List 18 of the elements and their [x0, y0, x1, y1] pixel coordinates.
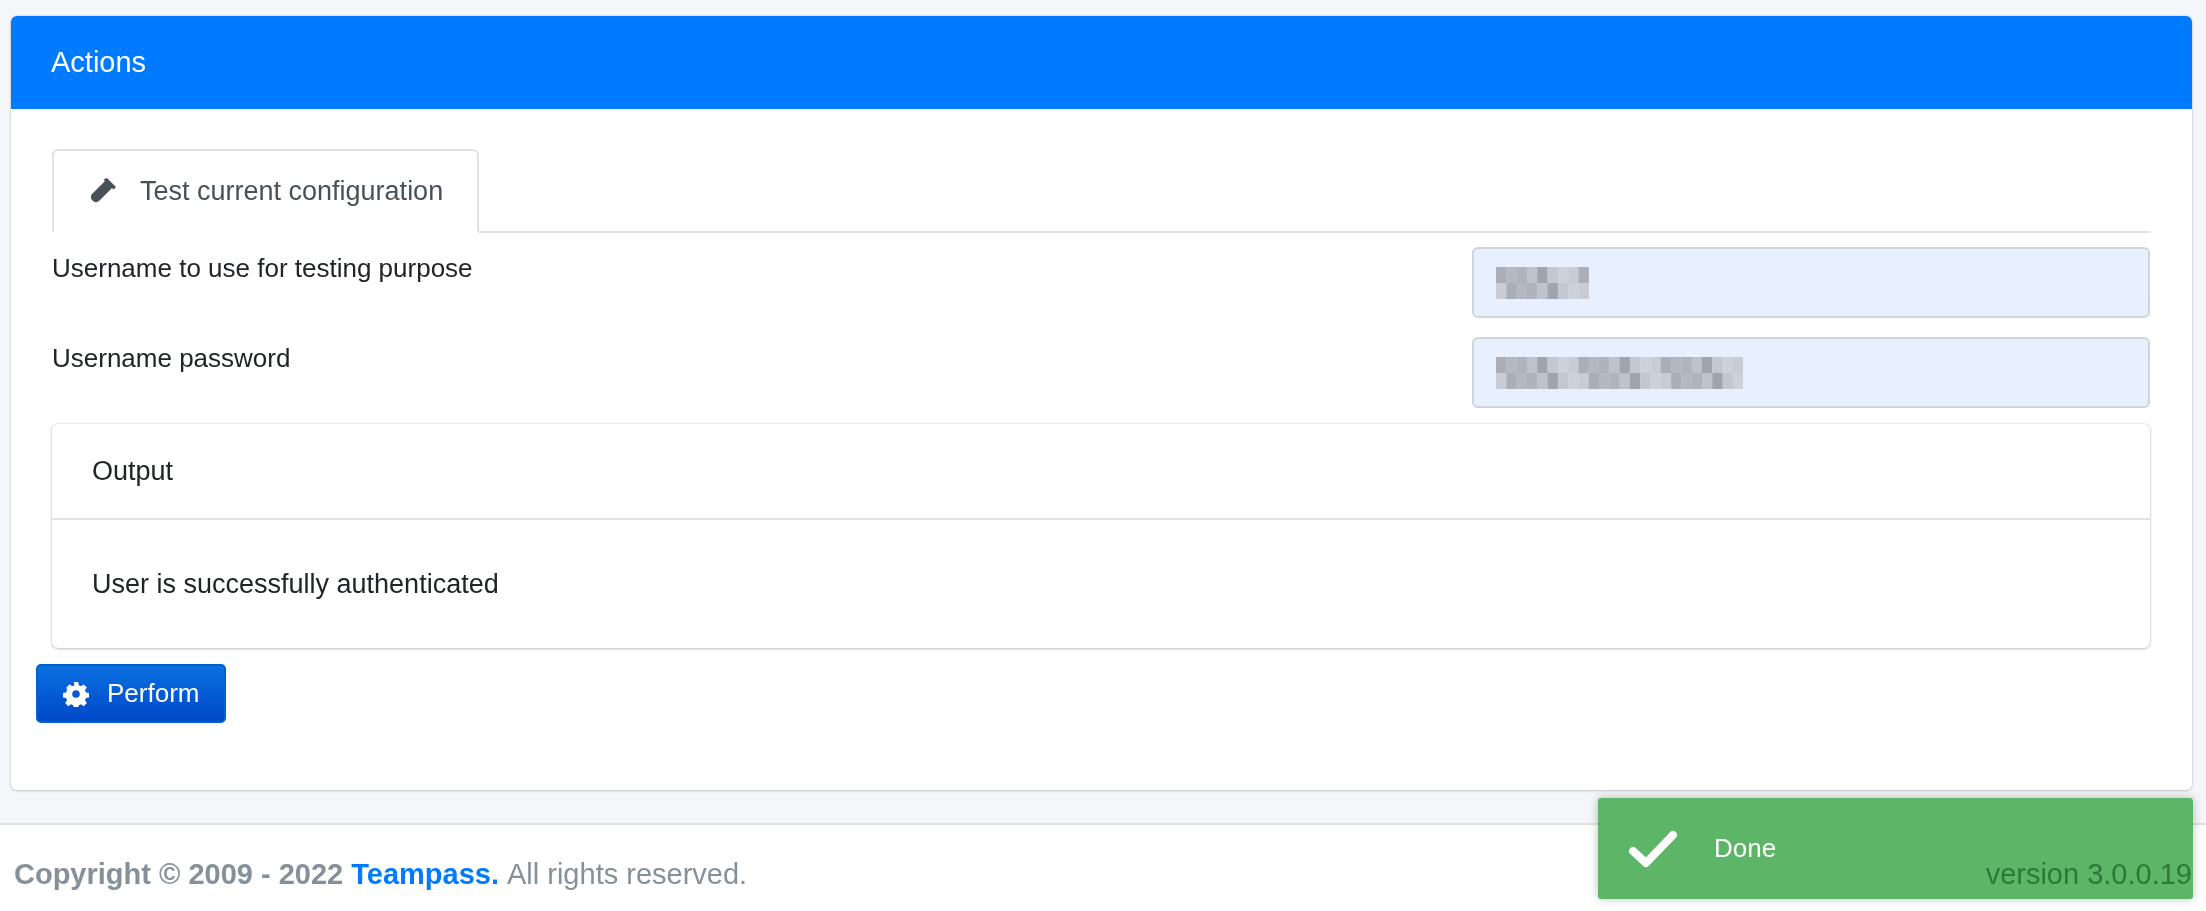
version-text: version 3.0.0.19: [1985, 857, 2192, 891]
redacted-text-icon: [1496, 266, 1589, 299]
toast-message: Done: [1714, 833, 1777, 864]
redacted-text-icon: [1496, 356, 1744, 389]
brand-link[interactable]: Teampass.: [351, 857, 499, 891]
perform-button[interactable]: Perform: [36, 664, 227, 723]
field-label: Username to use for testing purpose: [52, 252, 473, 284]
password-field[interactable]: [1472, 337, 2150, 408]
username-field[interactable]: [1472, 247, 2150, 318]
copyright-text: Copyright © 2009 - 2022: [14, 857, 344, 891]
output-title: Output: [92, 455, 174, 487]
rights-text: All rights reserved.: [507, 857, 748, 891]
tab[interactable]: Test current configuration: [52, 149, 480, 233]
check-icon: [1628, 828, 1678, 869]
field-label: Username password: [52, 342, 291, 374]
card-title: Actions: [51, 46, 147, 79]
output-message: User is successfully authenticated: [92, 568, 499, 600]
gear-icon: [63, 680, 89, 707]
